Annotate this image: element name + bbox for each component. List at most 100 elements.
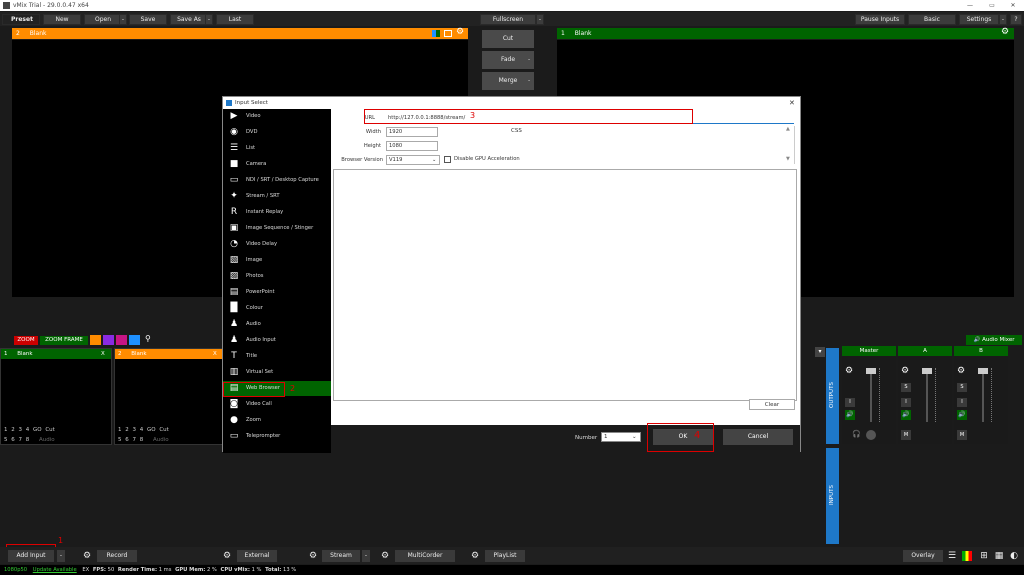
overlay-button[interactable]: Overlay xyxy=(903,550,943,562)
external-button[interactable]: External xyxy=(237,550,277,562)
gear-icon[interactable]: ⚙ xyxy=(468,550,482,562)
search-icon[interactable]: ⚲ xyxy=(145,334,151,343)
audio-mixer-button[interactable]: 🔊 Audio Mixer xyxy=(966,335,1022,345)
gear-icon[interactable]: ⚙ xyxy=(1001,27,1009,38)
meters-icon[interactable] xyxy=(962,551,972,561)
gear-icon[interactable]: ⚙ xyxy=(306,550,320,562)
fullscreen-icon[interactable]: ◐ xyxy=(1007,550,1021,562)
merge-dropdown[interactable]: - xyxy=(528,77,530,84)
source-item-audio[interactable]: ♟ Audio xyxy=(223,317,331,332)
stream-button[interactable]: Stream xyxy=(322,550,360,562)
fade-dropdown[interactable]: - xyxy=(528,56,530,63)
input-tile-2[interactable]: 2 Blank X 1 2 3 4 GO Cut 5 6 7 8 Audio xyxy=(114,348,224,445)
source-item-dvd[interactable]: ◉ DVD xyxy=(223,125,331,140)
gear-icon[interactable]: ⚙ xyxy=(220,550,234,562)
pause-inputs-button[interactable]: Pause Inputs xyxy=(855,14,905,25)
number-select[interactable]: 1 ⌄ xyxy=(601,432,641,442)
source-item-camera[interactable]: ■ Camera xyxy=(223,157,331,172)
mixer-button-i[interactable]: I xyxy=(957,398,967,407)
gear-icon[interactable]: ⚙ xyxy=(957,366,965,376)
source-item-teleprompter[interactable]: ▭ Teleprompter xyxy=(223,429,331,444)
cut-button[interactable]: Cut xyxy=(482,30,534,48)
source-item-list[interactable]: ☰ List xyxy=(223,141,331,156)
gear-icon[interactable]: ⚙ xyxy=(378,550,392,562)
source-item-stream-srt[interactable]: ✦ Stream / SRT xyxy=(223,189,331,204)
mixer-button-i[interactable]: I xyxy=(901,398,911,407)
mixer-button-m[interactable]: M xyxy=(901,430,911,440)
source-item-video-call[interactable]: ◙ Video Call xyxy=(223,397,331,412)
mixer-button-s[interactable]: S xyxy=(957,383,967,392)
browser-version-select[interactable]: V119 ⌄ xyxy=(386,155,440,165)
source-item-title[interactable]: T Title xyxy=(223,349,331,364)
source-item-instant-replay[interactable]: R Instant Replay xyxy=(223,205,331,220)
pin-icon[interactable]: ▾ xyxy=(815,347,825,357)
source-item-virtual-set[interactable]: ▥ Virtual Set xyxy=(223,365,331,380)
open-button[interactable]: Open xyxy=(84,14,122,25)
volume-knob[interactable] xyxy=(866,430,876,440)
mixer-button-m[interactable]: M xyxy=(957,430,967,440)
close-button[interactable]: ✕ xyxy=(1004,0,1022,11)
inputs-tab[interactable]: INPUTS xyxy=(826,448,839,544)
save-as-button[interactable]: Save As xyxy=(170,14,208,25)
source-item-ndi-srt-desktop-capture[interactable]: ▭ NDI / SRT / Desktop Capture xyxy=(223,173,331,188)
scroll-down-icon[interactable]: ▼ xyxy=(786,156,790,162)
cancel-button[interactable]: Cancel xyxy=(723,429,793,445)
gear-icon[interactable]: ⚙ xyxy=(901,366,909,376)
save-button[interactable]: Save xyxy=(129,14,167,25)
outputs-tab[interactable]: OUTPUTS xyxy=(826,348,839,444)
playlist-button[interactable]: PlayList xyxy=(485,550,525,562)
mixer-button-s[interactable]: S xyxy=(901,383,911,392)
height-input[interactable]: 1080 xyxy=(386,141,438,151)
source-item-powerpoint[interactable]: ▤ PowerPoint xyxy=(223,285,331,300)
source-item-zoom[interactable]: ● Zoom xyxy=(223,413,331,428)
basic-button[interactable]: Basic xyxy=(908,14,956,25)
multiview-icon[interactable]: ▦ xyxy=(992,550,1006,562)
gear-icon[interactable]: ⚙ xyxy=(80,550,94,562)
color-swatch-blue[interactable] xyxy=(129,335,140,345)
fullscreen-button[interactable]: Fullscreen xyxy=(480,14,536,25)
zoom-frame-button[interactable]: ZOOM FRAME xyxy=(40,336,88,345)
close-icon[interactable]: X xyxy=(101,349,105,359)
open-dropdown[interactable]: - xyxy=(119,14,127,25)
source-item-photos[interactable]: ▨ Photos xyxy=(223,269,331,284)
window-icon[interactable] xyxy=(444,30,452,37)
css-textarea[interactable]: ▲ ▼ xyxy=(531,126,795,164)
speaker-icon[interactable]: 🔊 xyxy=(901,410,911,420)
add-input-dropdown[interactable]: - xyxy=(57,550,65,562)
disable-gpu-checkbox[interactable] xyxy=(444,156,451,163)
stream-dropdown[interactable]: - xyxy=(362,550,370,562)
gear-icon[interactable]: ⚙ xyxy=(456,27,464,38)
save-as-dropdown[interactable]: - xyxy=(205,14,213,25)
new-button[interactable]: New xyxy=(43,14,81,25)
fade-button[interactable]: Fade xyxy=(482,51,534,69)
fullscreen-dropdown[interactable]: - xyxy=(536,14,544,25)
merge-button[interactable]: Merge xyxy=(482,72,534,90)
settings-button[interactable]: Settings xyxy=(959,14,999,25)
multicorder-button[interactable]: MultiCorder xyxy=(395,550,455,562)
source-item-audio-input[interactable]: ♟ Audio Input xyxy=(223,333,331,348)
clear-button[interactable]: Clear xyxy=(749,399,795,410)
settings-dropdown[interactable]: - xyxy=(999,14,1007,25)
color-icon[interactable] xyxy=(432,30,440,37)
color-swatch-orange[interactable] xyxy=(90,335,101,345)
dialog-close-button[interactable]: ✕ xyxy=(789,97,795,109)
source-item-video-delay[interactable]: ◔ Video Delay xyxy=(223,237,331,252)
help-button[interactable]: ? xyxy=(1010,14,1022,25)
zoom-button[interactable]: ZOOM xyxy=(14,336,38,345)
mixer-button-i[interactable]: I xyxy=(845,398,855,407)
width-input[interactable]: 1920 xyxy=(386,127,438,137)
maximize-button[interactable]: ▭ xyxy=(982,0,1002,11)
color-swatch-purple[interactable] xyxy=(103,335,114,345)
add-input-button[interactable]: Add Input xyxy=(8,550,54,562)
minimize-button[interactable]: — xyxy=(960,0,980,11)
scroll-up-icon[interactable]: ▲ xyxy=(786,126,790,132)
headphones-icon[interactable]: 🎧 xyxy=(852,430,861,438)
close-icon[interactable]: X xyxy=(213,349,217,359)
gear-icon[interactable]: ⚙ xyxy=(845,366,853,376)
speaker-icon[interactable]: 🔊 xyxy=(845,410,855,420)
color-swatch-magenta[interactable] xyxy=(116,335,127,345)
update-available-link[interactable]: Update Available xyxy=(33,567,77,573)
last-button[interactable]: Last xyxy=(216,14,254,25)
source-item-image-sequence-stinger[interactable]: ▣ Image Sequence / Stinger xyxy=(223,221,331,236)
grid-icon[interactable]: ⊞ xyxy=(977,550,991,562)
